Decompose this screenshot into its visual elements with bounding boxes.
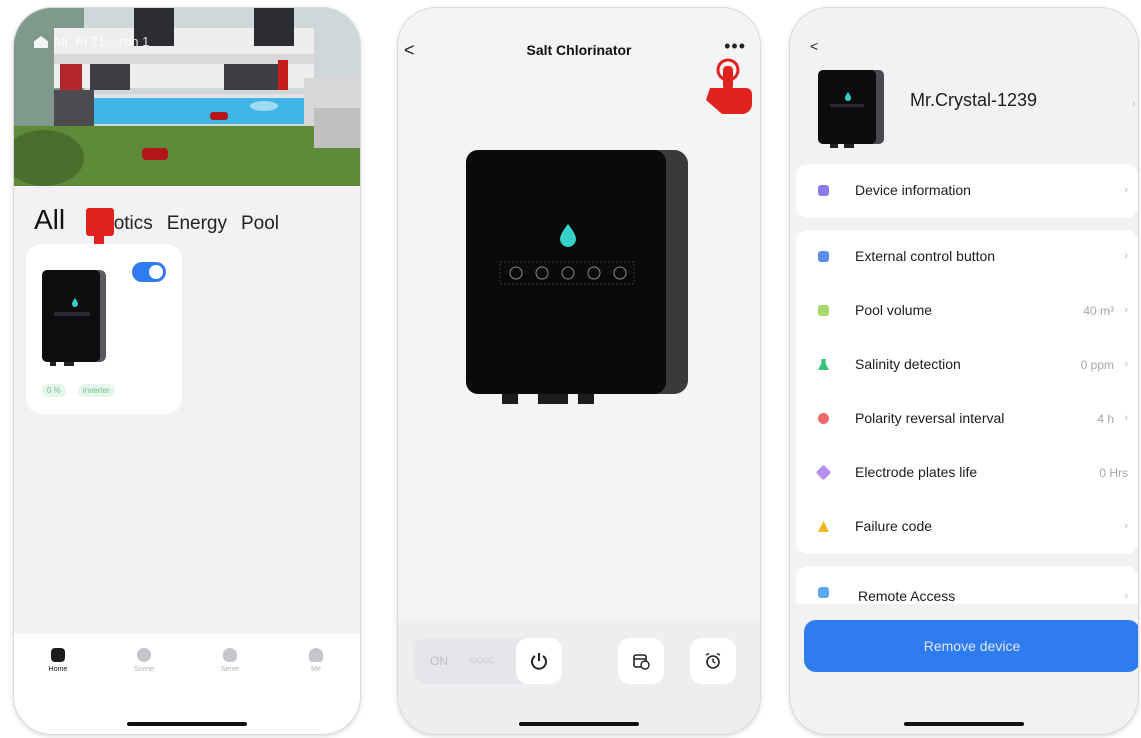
remove-device-button[interactable]: Remove device — [804, 620, 1138, 672]
power-slider[interactable]: ON <<<< — [414, 638, 562, 684]
device-name[interactable]: Mr.Crystal-1239 — [910, 90, 1037, 111]
nav-me[interactable]: Me — [286, 648, 346, 673]
category-tabs: All botics Energy Pool — [34, 204, 279, 236]
home-indicator — [519, 722, 639, 726]
device-settings-header: < Mr.Crystal-1239 › — [790, 8, 1138, 158]
timer-button[interactable] — [690, 638, 736, 684]
clock-icon — [818, 413, 829, 424]
home-hero-image: Mr. Pl 71 ...ron 1 — [14, 8, 360, 186]
calendar-clock-icon — [633, 654, 650, 670]
percent-tag: 0 % — [42, 384, 66, 397]
row-external-control-button[interactable]: External control button › — [796, 230, 1138, 284]
warning-icon — [818, 521, 829, 532]
chlorinator-thumbnail — [42, 270, 106, 366]
device-settings-screen: < Mr.Crystal-1239 › Device information ›… — [790, 8, 1138, 734]
home-icon — [51, 648, 65, 662]
more-button[interactable]: ••• — [724, 36, 746, 57]
chevron-right-icon: › — [1124, 304, 1128, 316]
control-icon — [818, 251, 829, 262]
nav-scene[interactable]: Scene — [114, 648, 174, 673]
tab-energy[interactable]: Energy — [167, 213, 227, 235]
home-indicator — [127, 722, 247, 726]
flask-icon — [818, 359, 829, 370]
bottom-nav: Home Scene Serve Me — [14, 634, 360, 734]
control-bar: ON <<<< — [398, 620, 760, 734]
chevrons-icon: <<<< — [468, 652, 495, 668]
scene-icon — [137, 648, 151, 662]
row-device-information[interactable]: Device information › — [796, 164, 1138, 218]
tab-all[interactable]: All — [34, 204, 65, 236]
row-electrode-plates-life[interactable]: Electrode plates life 0 Hrs — [796, 446, 1138, 500]
page-title: Salt Chlorinator — [526, 42, 632, 58]
chevron-right-icon: › — [1124, 250, 1128, 262]
nav-serve[interactable]: Serve — [200, 648, 260, 673]
sparkle-icon — [815, 464, 832, 481]
row-salinity-detection[interactable]: Salinity detection 0 ppm › — [796, 338, 1138, 392]
nav-home[interactable]: Home — [28, 648, 88, 673]
chevron-right-icon: › — [1124, 590, 1128, 602]
device-screen: < Salt Chlorinator ••• ON <<<< — [398, 8, 760, 734]
chevron-right-icon: › — [1124, 520, 1128, 532]
row-polarity-reversal-interval[interactable]: Polarity reversal interval 4 h › — [796, 392, 1138, 446]
back-button[interactable]: < — [810, 38, 818, 54]
row-pool-volume[interactable]: Pool volume 40 m³ › — [796, 284, 1138, 338]
home-screen: Mr. Pl 71 ...ron 1 All botics Energy Poo… — [14, 8, 360, 734]
row-failure-code[interactable]: Failure code › — [796, 500, 1138, 554]
chlorinator-thumbnail — [818, 70, 884, 148]
power-icon — [531, 653, 547, 670]
chevron-right-icon: › — [1124, 412, 1128, 424]
device-info-card: Device information › — [796, 164, 1138, 218]
chevron-right-icon: › — [1132, 98, 1136, 109]
on-label: ON — [430, 654, 448, 668]
user-icon — [309, 648, 323, 662]
salinity-value: 0 ppm — [1080, 358, 1114, 372]
power-toggle[interactable] — [132, 262, 166, 282]
power-button[interactable] — [516, 638, 562, 684]
tap-hand-icon — [706, 58, 752, 114]
home-indicator — [904, 722, 1024, 726]
tab-pool[interactable]: Pool — [241, 213, 279, 235]
schedule-button[interactable] — [618, 638, 664, 684]
home-title[interactable]: Mr. Pl 71 ...ron 1 — [54, 34, 149, 49]
pool-volume-value: 40 m³ — [1083, 304, 1114, 318]
inverter-tag: inverter — [78, 384, 115, 397]
alarm-clock-icon — [705, 652, 721, 669]
heart-icon — [223, 648, 237, 662]
info-icon — [818, 185, 829, 196]
pool-volume-icon — [818, 305, 829, 316]
chlorinator-device-image — [466, 150, 688, 404]
remote-icon — [818, 587, 829, 598]
settings-card: External control button › Pool volume 40… — [796, 230, 1138, 554]
device-card[interactable]: 0 % inverter — [26, 244, 182, 414]
polarity-interval-value: 4 h — [1097, 412, 1114, 426]
electrode-life-value: 0 Hrs — [1099, 466, 1128, 480]
chevron-right-icon: › — [1124, 184, 1128, 196]
chevron-right-icon: › — [1124, 358, 1128, 370]
